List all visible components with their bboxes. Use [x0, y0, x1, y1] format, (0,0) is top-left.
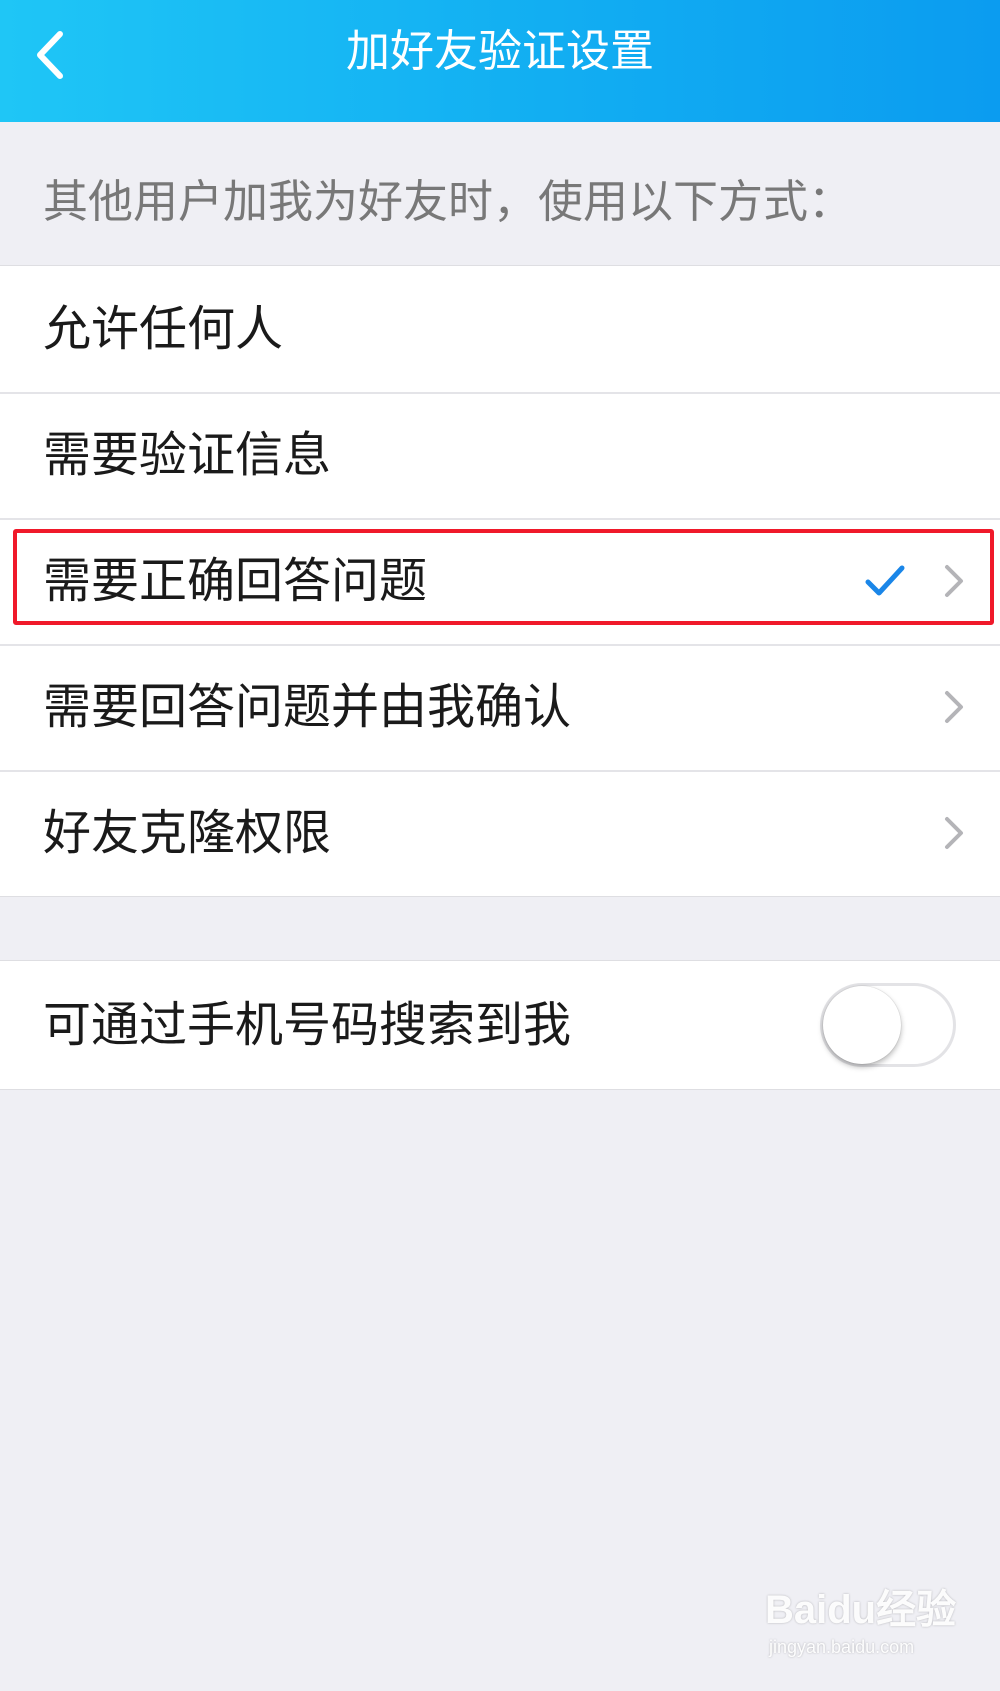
phone-search-label: 可通过手机号码搜索到我 [43, 997, 572, 1053]
top-nav-bar: 加好友验证设置 [0, 0, 1000, 122]
option-label: 需要验证信息 [43, 427, 332, 483]
option-answer-and-confirm[interactable]: 需要回答问题并由我确认 [0, 644, 1000, 770]
option-require-correct-answer[interactable]: 需要正确回答问题 [0, 518, 1000, 644]
option-require-verification-message[interactable]: 需要验证信息 [0, 392, 1000, 518]
section-hint: 其他用户加我为好友时，使用以下方式： [43, 175, 854, 228]
option-label: 允许任何人 [43, 301, 284, 357]
option-label: 好友克隆权限 [43, 805, 332, 861]
watermark-logo: Baidu经验 [765, 1588, 957, 1632]
option-label: 需要回答问题并由我确认 [43, 679, 572, 735]
chevron-left-icon [37, 31, 63, 79]
watermark-url: jingyan.baidu.com [769, 1637, 915, 1657]
chevron-right-icon [945, 565, 963, 597]
phone-search-section: 可通过手机号码搜索到我 [0, 960, 1000, 1090]
phone-search-toggle[interactable] [820, 983, 956, 1067]
phone-search-row: 可通过手机号码搜索到我 [0, 961, 1000, 1089]
option-label: 需要正确回答问题 [43, 553, 428, 609]
chevron-right-icon [945, 691, 963, 723]
checkmark-icon [865, 565, 905, 596]
back-button[interactable] [18, 20, 88, 90]
option-friend-clone-permission[interactable]: 好友克隆权限 [0, 770, 1000, 896]
option-allow-anyone[interactable]: 允许任何人 [0, 266, 1000, 392]
baidu-jingyan-watermark: Baidu经验 jingyan.baidu.com [765, 1585, 965, 1665]
toggle-knob [823, 986, 901, 1064]
verification-options-list: 允许任何人 需要验证信息 需要正确回答问题 需要回答问题并由我确认 好友克隆权限 [0, 265, 1000, 897]
chevron-right-icon [945, 817, 963, 849]
page-title: 加好友验证设置 [346, 26, 654, 77]
